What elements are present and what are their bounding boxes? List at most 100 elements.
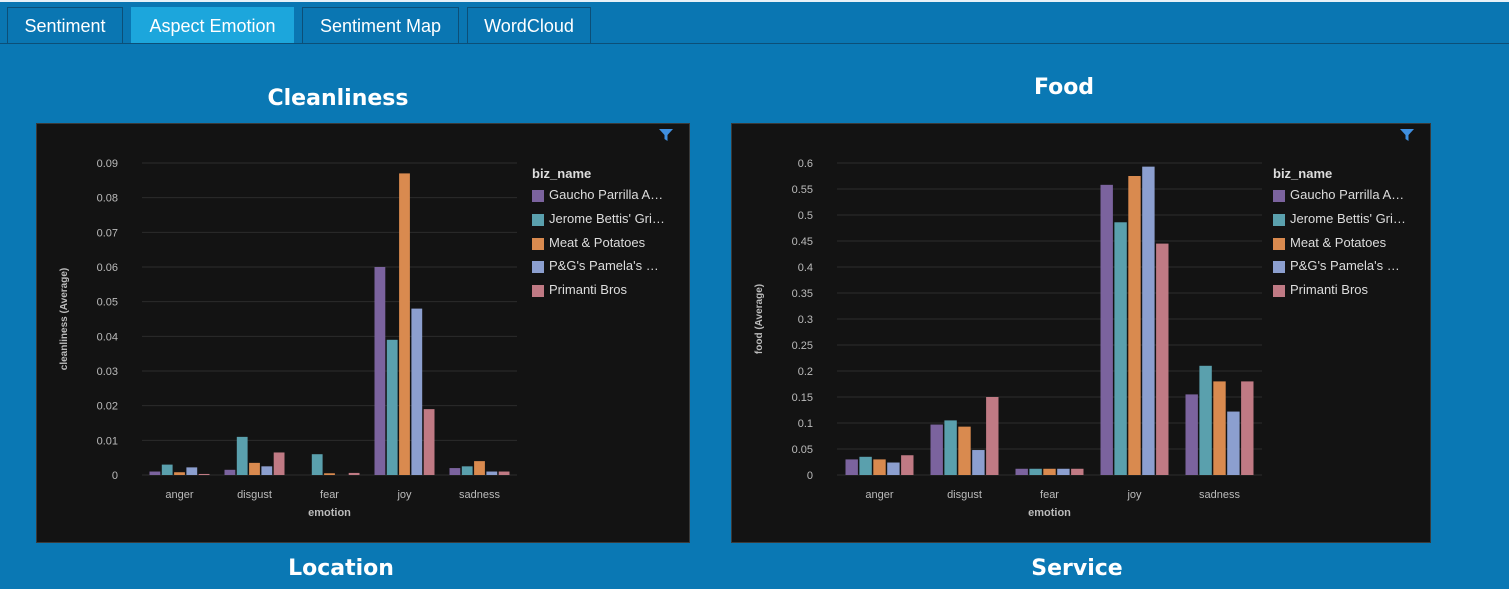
bar bbox=[224, 469, 236, 475]
bar bbox=[1156, 243, 1169, 475]
bar bbox=[1199, 365, 1212, 475]
tab-aspect-emotion[interactable]: Aspect Emotion bbox=[131, 7, 294, 43]
legend-label: Meat & Potatoes bbox=[549, 235, 646, 250]
bar bbox=[161, 464, 173, 475]
legend-label: P&G's Pamela's … bbox=[1290, 258, 1400, 273]
bar bbox=[1043, 468, 1056, 475]
y-tick-label: 0 bbox=[807, 470, 813, 482]
bar bbox=[348, 472, 360, 475]
bar bbox=[1057, 468, 1070, 475]
y-tick-label: 0.05 bbox=[97, 297, 118, 309]
bar bbox=[174, 472, 185, 475]
y-tick-label: 0.6 bbox=[798, 158, 813, 170]
y-tick-label: 0.08 bbox=[97, 193, 118, 205]
bar bbox=[386, 339, 398, 475]
filter-icon[interactable] bbox=[659, 129, 673, 141]
y-tick-label: 0.06 bbox=[97, 262, 118, 274]
x-tick-label: anger bbox=[165, 489, 193, 501]
y-tick-label: 0.3 bbox=[798, 314, 813, 326]
bar bbox=[1185, 394, 1198, 475]
x-tick-label: joy bbox=[396, 489, 412, 501]
bar bbox=[873, 459, 886, 475]
x-tick-label: disgust bbox=[947, 489, 982, 501]
legend-swatch bbox=[1273, 190, 1285, 202]
legend-label: Meat & Potatoes bbox=[1290, 235, 1387, 250]
x-tick-label: disgust bbox=[237, 489, 272, 501]
bar bbox=[198, 473, 210, 475]
y-tick-label: 0.15 bbox=[792, 392, 813, 404]
bar bbox=[474, 461, 485, 475]
bar bbox=[236, 436, 248, 475]
bar bbox=[845, 459, 858, 475]
bar bbox=[399, 173, 410, 475]
bar bbox=[986, 397, 999, 475]
bar bbox=[1142, 166, 1155, 475]
legend-swatch bbox=[1273, 285, 1285, 297]
bar bbox=[411, 308, 423, 475]
location-title: Location bbox=[288, 556, 394, 581]
bar bbox=[149, 471, 161, 475]
bar bbox=[324, 473, 335, 475]
bar bbox=[273, 452, 285, 475]
food-title: Food bbox=[1033, 75, 1095, 100]
legend-label: Jerome Bettis' Gri… bbox=[1290, 211, 1406, 226]
y-tick-label: 0.07 bbox=[97, 227, 118, 239]
tab-wordcloud[interactable]: WordCloud bbox=[467, 7, 591, 43]
legend-swatch bbox=[1273, 261, 1285, 273]
bar bbox=[958, 426, 971, 475]
food-chart-panel: 0 0.05 0.1 0.15 0.2 0.25 0.3 0.35 0.4 0.45 0.5 0.55… bbox=[731, 123, 1431, 543]
tab-sentiment-map[interactable]: Sentiment Map bbox=[302, 7, 459, 43]
legend-label: Jerome Bettis' Gri… bbox=[549, 211, 665, 226]
cleanliness-title: Cleanliness bbox=[267, 86, 409, 111]
y-tick-label: 0.55 bbox=[792, 184, 813, 196]
legend-swatch bbox=[1273, 238, 1285, 250]
bar bbox=[1227, 411, 1240, 475]
legend-swatch bbox=[532, 238, 544, 250]
cleanliness-bar-chart: 0 0.01 0.02 0.03 0.04 0.05 0.06 0.07 0.08 0.09 ang… bbox=[59, 158, 517, 519]
y-tick-label: 0.03 bbox=[97, 366, 118, 378]
y-tick-label: 0.45 bbox=[792, 236, 813, 248]
bar bbox=[1015, 468, 1028, 475]
legend-label: Primanti Bros bbox=[549, 282, 628, 297]
y-tick-label: 0.05 bbox=[792, 444, 813, 456]
legend-swatch bbox=[532, 214, 544, 226]
y-tick-label: 0.5 bbox=[798, 210, 813, 222]
bar bbox=[972, 450, 985, 475]
bar bbox=[930, 424, 943, 475]
y-tick-label: 0.2 bbox=[798, 366, 813, 378]
cleanliness-chart-panel: 0 0.01 0.02 0.03 0.04 0.05 0.06 0.07 0.08 0.09 ang… bbox=[36, 123, 690, 543]
legend-swatch bbox=[532, 285, 544, 297]
bar bbox=[461, 466, 473, 475]
y-tick-label: 0.04 bbox=[97, 331, 118, 343]
bar bbox=[1213, 381, 1226, 475]
bar bbox=[374, 267, 386, 475]
top-border bbox=[0, 0, 1509, 2]
food-bar-chart: 0 0.05 0.1 0.15 0.2 0.25 0.3 0.35 0.4 0.45 0.5 0.55… bbox=[754, 158, 1262, 519]
bar bbox=[1100, 184, 1113, 475]
service-title: Service bbox=[1031, 556, 1123, 581]
legend-title: biz_name bbox=[532, 166, 592, 181]
bar bbox=[249, 462, 260, 475]
filter-icon[interactable] bbox=[1400, 129, 1414, 141]
y-tick-label: 0.09 bbox=[97, 158, 118, 170]
x-tick-label: fear bbox=[1040, 489, 1059, 501]
tab-sentiment[interactable]: Sentiment bbox=[7, 7, 123, 43]
bar bbox=[311, 454, 323, 475]
y-axis-title: cleanliness (Average) bbox=[59, 268, 70, 370]
y-tick-label: 0.1 bbox=[798, 418, 813, 430]
y-axis-title: food (Average) bbox=[754, 284, 765, 354]
legend-title: biz_name bbox=[1273, 166, 1333, 181]
bar bbox=[859, 456, 872, 475]
bar bbox=[1029, 468, 1042, 475]
x-tick-label: joy bbox=[1126, 489, 1142, 501]
y-tick-label: 0.25 bbox=[792, 340, 813, 352]
bar bbox=[1241, 381, 1254, 475]
bar bbox=[1114, 222, 1127, 475]
bar bbox=[449, 468, 461, 475]
bar bbox=[1071, 468, 1084, 475]
y-tick-label: 0.35 bbox=[792, 288, 813, 300]
bar bbox=[1128, 176, 1141, 475]
y-tick-label: 0.02 bbox=[97, 401, 118, 413]
legend-label: Gaucho Parrilla A… bbox=[1290, 187, 1405, 202]
legend-label: Primanti Bros bbox=[1290, 282, 1369, 297]
